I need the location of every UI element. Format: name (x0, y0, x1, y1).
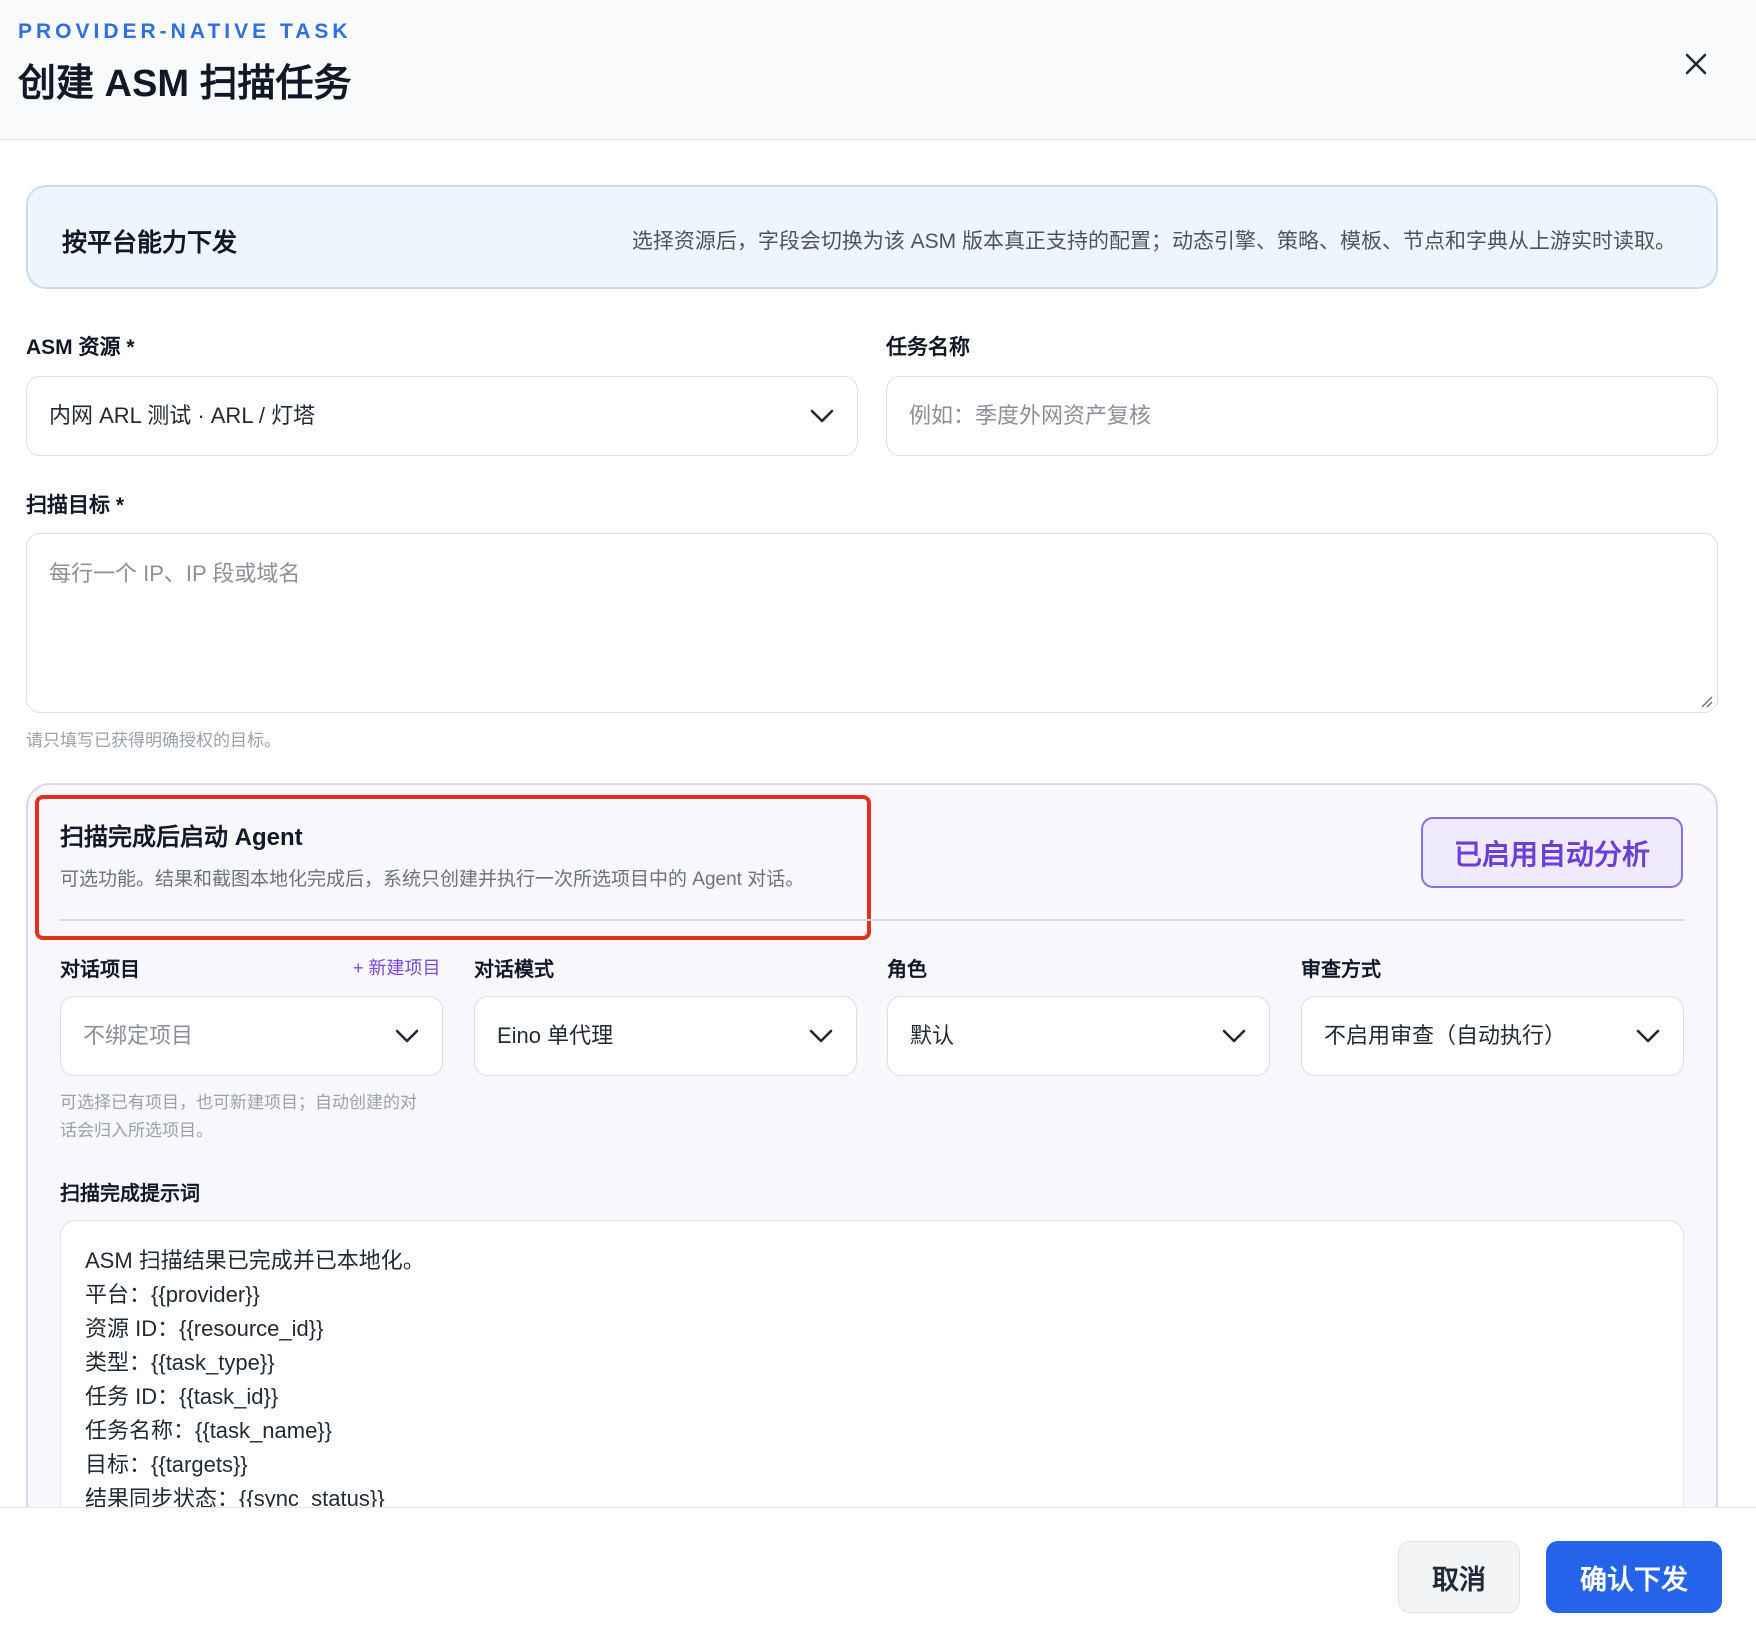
prompt-line: 任务名称：{{task_name}} (85, 1418, 333, 1443)
project-label: 对话项目 (60, 959, 140, 981)
resize-grip-icon[interactable] (1697, 692, 1713, 708)
task-name-input[interactable]: 例如：季度外网资产复核 (886, 376, 1718, 456)
prompt-line: 类型：{{task_type}} (85, 1350, 275, 1375)
project-hint-line-2: 话会归入所选项目。 (60, 1121, 213, 1140)
mode-select-value: Eino 单代理 (497, 1023, 614, 1048)
targets-textarea[interactable]: 每行一个 IP、IP 段或域名 (26, 533, 1718, 713)
targets-placeholder: 每行一个 IP、IP 段或域名 (49, 561, 301, 586)
targets-label: 扫描目标 * (26, 494, 125, 517)
chevron-down-icon (1636, 1029, 1660, 1043)
chevron-down-icon (810, 409, 834, 423)
close-icon (1685, 53, 1707, 75)
auto-analysis-toggle[interactable]: 已启用自动分析 (1421, 817, 1683, 888)
close-button[interactable] (1672, 40, 1720, 88)
prompt-label: 扫描完成提示词 (60, 1183, 200, 1205)
dialog-title: 创建 ASM 扫描任务 (18, 63, 352, 105)
chevron-down-icon (1222, 1029, 1246, 1043)
capability-info-box: 按平台能力下发 选择资源后，字段会切换为该 ASM 版本真正支持的配置；动态引擎… (26, 185, 1718, 289)
role-select-value: 默认 (910, 1023, 955, 1048)
prompt-line: 平台：{{provider}} (85, 1282, 260, 1307)
resource-select[interactable]: 内网 ARL 测试 · ARL / 灯塔 (26, 376, 858, 456)
dialog-header: PROVIDER-NATIVE TASK 创建 ASM 扫描任务 (0, 0, 1756, 140)
agent-divider (60, 919, 1684, 921)
new-project-link[interactable]: + 新建项目 (353, 954, 441, 980)
prompt-line: ASM 扫描结果已完成并已本地化。 (85, 1248, 425, 1273)
review-label: 审查方式 (1301, 959, 1381, 981)
task-name-placeholder: 例如：季度外网资产复核 (909, 403, 1152, 428)
dialog-eyebrow: PROVIDER-NATIVE TASK (18, 20, 352, 43)
chevron-down-icon (809, 1029, 833, 1043)
prompt-line: 任务 ID：{{task_id}} (85, 1384, 279, 1409)
resource-select-value: 内网 ARL 测试 · ARL / 灯塔 (49, 403, 316, 428)
role-select[interactable]: 默认 (887, 996, 1270, 1076)
prompt-line: 资源 ID：{{resource_id}} (85, 1316, 324, 1341)
project-hint-line-1: 可选择已有项目，也可新建项目；自动创建的对 (60, 1093, 417, 1112)
project-select[interactable]: 不绑定项目 (60, 996, 443, 1076)
cancel-button[interactable]: 取消 (1398, 1541, 1520, 1613)
project-select-value: 不绑定项目 (83, 1023, 194, 1048)
mode-label: 对话模式 (474, 959, 554, 981)
review-select-value: 不启用审查（自动执行） (1324, 1023, 1567, 1048)
targets-hint: 请只填写已获得明确授权的目标。 (26, 731, 281, 750)
review-select[interactable]: 不启用审查（自动执行） (1301, 996, 1684, 1076)
role-label: 角色 (887, 959, 927, 981)
info-description: 选择资源后，字段会切换为该 ASM 版本真正支持的配置；动态引擎、策略、模板、节… (631, 230, 1676, 253)
prompt-line: 目标：{{targets}} (85, 1452, 248, 1477)
confirm-submit-button[interactable]: 确认下发 (1546, 1541, 1722, 1613)
info-title: 按平台能力下发 (62, 229, 238, 257)
task-name-label: 任务名称 (886, 336, 970, 359)
chevron-down-icon (395, 1029, 419, 1043)
mode-select[interactable]: Eino 单代理 (474, 996, 857, 1076)
resource-label: ASM 资源 * (26, 336, 135, 359)
